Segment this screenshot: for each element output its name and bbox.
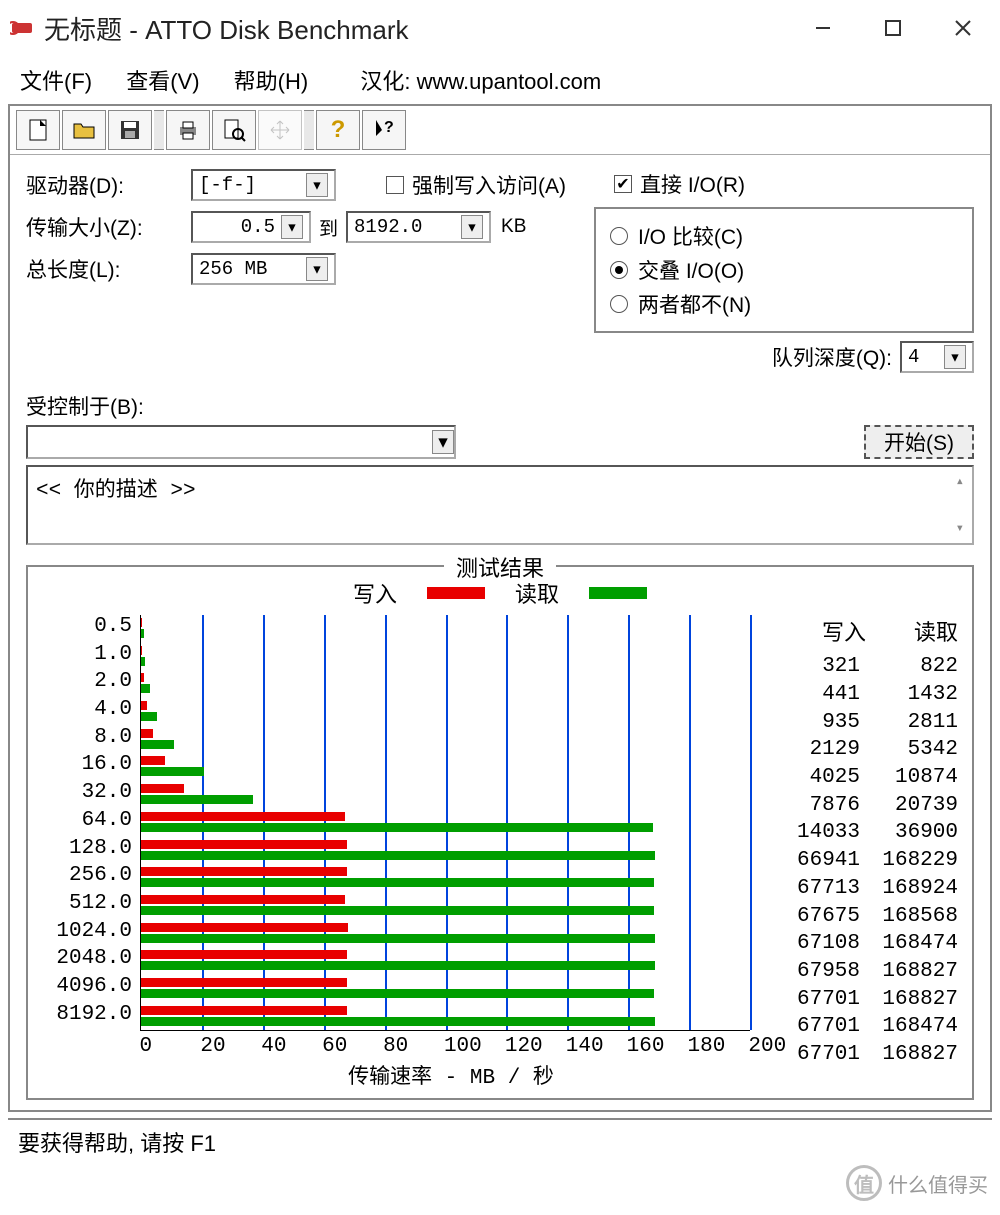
result-row: 67701168474 — [768, 1013, 958, 1041]
window-title: 无标题 - ATTO Disk Benchmark — [44, 10, 812, 47]
new-file-icon[interactable] — [16, 110, 60, 150]
transfer-size-label: 传输大小(Z): — [26, 212, 191, 242]
x-axis-ticks: 020406080100120140160180200 — [140, 1035, 750, 1058]
drive-label: 驱动器(D): — [26, 170, 191, 200]
close-button[interactable] — [952, 17, 974, 39]
result-row: 1403336900 — [768, 819, 958, 847]
bar-chart — [140, 615, 750, 1031]
context-help-icon[interactable]: ? — [362, 110, 406, 150]
scroll-down-icon[interactable]: ▾ — [956, 520, 964, 537]
result-row: 321822 — [768, 653, 958, 681]
queue-depth-select[interactable]: 4▾ — [900, 341, 974, 373]
print-preview-icon[interactable] — [212, 110, 256, 150]
result-row: 67108168474 — [768, 930, 958, 958]
minimize-button[interactable] — [812, 17, 834, 39]
result-row: 787620739 — [768, 791, 958, 819]
kb-label: KB — [501, 216, 526, 238]
result-row: 67675168568 — [768, 902, 958, 930]
result-row: 67701168827 — [768, 985, 958, 1013]
menu-help[interactable]: 帮助(H) — [234, 69, 309, 94]
result-row: 402510874 — [768, 764, 958, 792]
result-row: 66941168229 — [768, 847, 958, 875]
controlled-by-select[interactable]: ▾ — [26, 425, 456, 459]
io-mode-group: I/O 比较(C) 交叠 I/O(O) 两者都不(N) — [594, 207, 974, 333]
drive-select[interactable]: [-f-]▾ — [191, 169, 336, 201]
result-row: 21295342 — [768, 736, 958, 764]
app-icon — [10, 16, 34, 40]
status-bar: 要获得帮助, 请按 F1 — [8, 1118, 992, 1164]
result-row: 67701168827 — [768, 1041, 958, 1069]
to-label: 到 — [319, 214, 338, 241]
menu-extra: 汉化: www.upantool.com — [360, 69, 601, 94]
queue-depth-label: 队列深度(Q): — [772, 342, 892, 372]
col-write: 写入 — [822, 615, 866, 647]
svg-text:?: ? — [384, 119, 394, 136]
open-file-icon[interactable] — [62, 110, 106, 150]
direct-io-checkbox[interactable]: ✔直接 I/O(R) — [614, 169, 745, 199]
result-row: 9352811 — [768, 708, 958, 736]
result-row: 4411432 — [768, 681, 958, 709]
chevron-down-icon[interactable]: ▾ — [306, 173, 328, 197]
description-input[interactable]: << 你的描述 >> ▴▾ — [26, 465, 974, 545]
watermark: 值什么值得买 — [846, 1165, 988, 1201]
total-length-label: 总长度(L): — [26, 254, 191, 284]
maximize-button[interactable] — [882, 17, 904, 39]
menu-file[interactable]: 文件(F) — [20, 69, 92, 94]
x-axis-label: 传输速率 - MB / 秒 — [140, 1060, 762, 1090]
y-axis-labels: 0.51.02.04.08.016.032.064.0128.0256.0512… — [42, 615, 140, 1031]
menu-view[interactable]: 查看(V) — [126, 69, 199, 94]
start-button[interactable]: 开始(S) — [864, 425, 974, 459]
total-length-select[interactable]: 256 MB▾ — [191, 253, 336, 285]
radio-io-compare[interactable]: I/O 比较(C) — [610, 221, 958, 251]
col-read: 读取 — [914, 615, 958, 647]
radio-overlap-io[interactable]: 交叠 I/O(O) — [610, 255, 958, 285]
result-row: 67713168924 — [768, 875, 958, 903]
results-legend: 测试结果 — [444, 551, 556, 583]
controlled-by-label: 受控制于(B): — [26, 391, 974, 421]
radio-neither[interactable]: 两者都不(N) — [610, 289, 958, 319]
size-from-select[interactable]: 0.5▾ — [191, 211, 311, 243]
toolbar: ? ? — [10, 106, 990, 155]
result-row: 67958168827 — [768, 958, 958, 986]
scroll-up-icon[interactable]: ▴ — [956, 473, 964, 490]
move-icon[interactable] — [258, 110, 302, 150]
save-icon[interactable] — [108, 110, 152, 150]
help-icon[interactable]: ? — [316, 110, 360, 150]
print-icon[interactable] — [166, 110, 210, 150]
force-write-checkbox[interactable]: 强制写入访问(A) — [386, 170, 566, 200]
size-to-select[interactable]: 8192.0▾ — [346, 211, 491, 243]
